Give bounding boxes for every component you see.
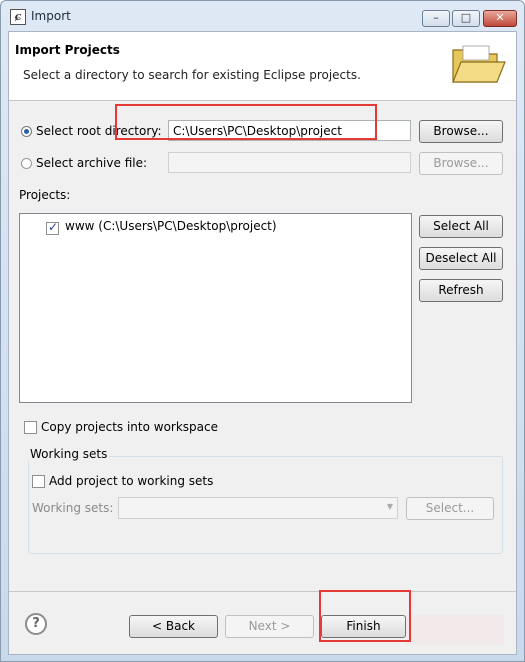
next-button[interactable]: Next > bbox=[225, 615, 314, 638]
select-all-button[interactable]: Select All bbox=[419, 215, 503, 238]
projects-list[interactable]: www (C:\Users\PC\Desktop\project) bbox=[19, 213, 412, 403]
working-sets-group-label: Working sets bbox=[28, 447, 110, 461]
chevron-down-icon: ▼ bbox=[386, 502, 393, 511]
window-title: Import bbox=[31, 9, 71, 23]
help-icon[interactable]: ? bbox=[25, 613, 47, 635]
browse-archive-button[interactable]: Browse... bbox=[419, 152, 503, 175]
back-button[interactable]: < Back bbox=[129, 615, 218, 638]
project-list-item[interactable]: www (C:\Users\PC\Desktop\project) bbox=[65, 219, 277, 233]
refresh-button[interactable]: Refresh bbox=[419, 279, 503, 302]
close-button[interactable]: ✕ bbox=[483, 10, 517, 27]
footer-separator bbox=[9, 591, 516, 592]
working-sets-combo[interactable]: ▼ bbox=[118, 497, 398, 519]
archive-file-radio[interactable] bbox=[21, 158, 32, 169]
title-bar: ɕ Import – □ ✕ bbox=[1, 1, 524, 31]
project-checkbox[interactable] bbox=[46, 220, 59, 235]
obscured-cancel-area bbox=[406, 615, 504, 645]
root-directory-radio[interactable] bbox=[21, 126, 32, 137]
projects-label: Projects: bbox=[19, 188, 71, 202]
deselect-all-button[interactable]: Deselect All bbox=[419, 247, 503, 270]
minimize-button[interactable]: – bbox=[422, 10, 450, 27]
root-directory-input[interactable]: C:\Users\PC\Desktop\project bbox=[168, 120, 411, 141]
working-sets-field-label: Working sets: bbox=[32, 501, 114, 515]
add-working-sets-checkbox[interactable] bbox=[32, 475, 45, 488]
import-dialog: ɕ Import – □ ✕ Import Projects Select a … bbox=[0, 0, 525, 662]
wizard-header: Import Projects Select a directory to se… bbox=[9, 32, 516, 101]
root-directory-label: Select root directory: bbox=[36, 124, 162, 138]
archive-file-label: Select archive file: bbox=[36, 156, 148, 170]
archive-file-input[interactable] bbox=[168, 152, 411, 173]
finish-button[interactable]: Finish bbox=[321, 615, 406, 638]
dialog-content: Import Projects Select a directory to se… bbox=[8, 31, 517, 655]
copy-projects-checkbox[interactable] bbox=[24, 421, 37, 434]
page-title: Import Projects bbox=[15, 43, 120, 57]
eclipse-app-icon: ɕ bbox=[10, 9, 26, 25]
add-working-sets-label[interactable]: Add project to working sets bbox=[49, 474, 213, 488]
page-description: Select a directory to search for existin… bbox=[23, 68, 361, 82]
browse-root-button[interactable]: Browse... bbox=[419, 120, 503, 143]
copy-projects-label[interactable]: Copy projects into workspace bbox=[41, 420, 218, 434]
open-folder-icon bbox=[452, 45, 506, 83]
select-working-sets-button[interactable]: Select... bbox=[406, 497, 494, 520]
maximize-button[interactable]: □ bbox=[452, 10, 480, 27]
